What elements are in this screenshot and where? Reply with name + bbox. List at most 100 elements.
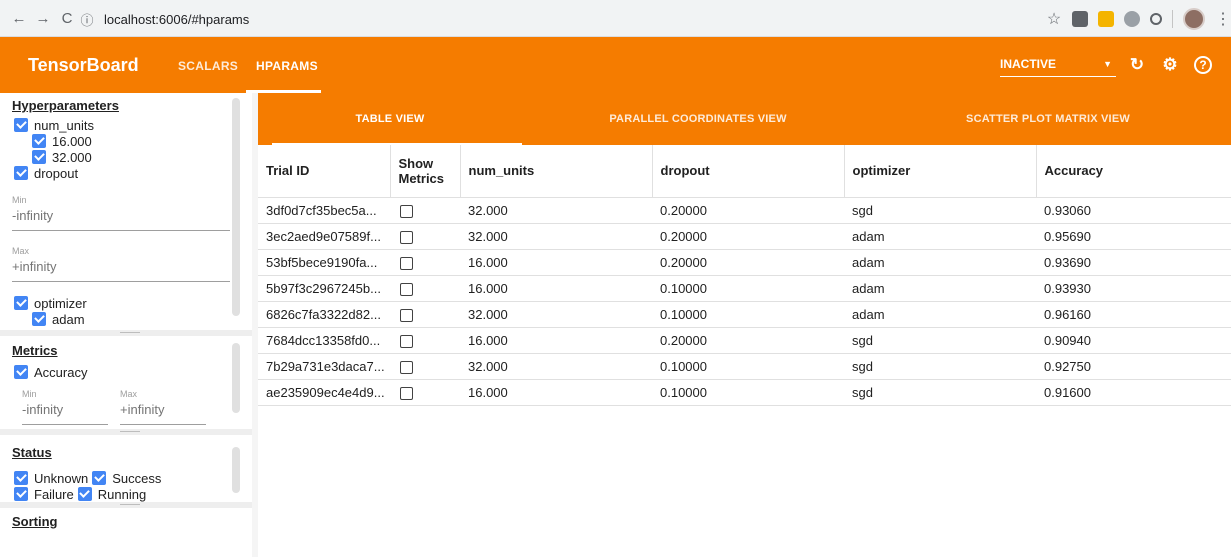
value-label: 16.000 xyxy=(52,133,92,149)
extension-icon[interactable] xyxy=(1124,11,1140,27)
show-metrics-checkbox[interactable] xyxy=(400,334,413,348)
hparam-checkbox-optimizer[interactable]: optimizer xyxy=(14,295,87,311)
profile-avatar[interactable] xyxy=(1183,8,1205,30)
optimizer-cell: sgd xyxy=(844,327,1036,354)
trial-id-cell: 7684dcc13358fd0... xyxy=(258,327,390,354)
accuracy-min-field[interactable]: Min -infinity xyxy=(22,389,108,425)
extension-icon[interactable] xyxy=(1072,11,1088,27)
table-row[interactable]: 7684dcc13358fd0... 16.000 0.20000 sgd 0.9094… xyxy=(258,327,1231,354)
table-row[interactable]: ae235909ec4e4d9... 16.000 0.10000 sgd 0.9160… xyxy=(258,379,1231,406)
min-label: Min xyxy=(22,389,37,399)
checkbox-checked-icon[interactable] xyxy=(32,150,46,164)
status-label: Running xyxy=(97,486,147,502)
value-checkbox-16[interactable]: 16.000 xyxy=(32,133,258,149)
show-metrics-checkbox[interactable] xyxy=(400,360,413,374)
status-row-2: Failure Running xyxy=(14,486,146,502)
reload-icon[interactable]: C xyxy=(56,7,78,29)
resize-handle[interactable] xyxy=(0,330,258,336)
value-checkbox-adam[interactable]: adam xyxy=(32,311,85,327)
table-row[interactable]: 53bf5bece9190fa... 16.000 0.20000 adam 0.936… xyxy=(258,249,1231,276)
info-icon[interactable]: ⓘ xyxy=(78,10,96,28)
status-checkbox-failure[interactable]: Failure xyxy=(14,486,74,502)
checkbox-checked-icon[interactable] xyxy=(77,487,92,501)
checkbox-checked-icon[interactable] xyxy=(32,312,46,326)
dropout-cell: 0.10000 xyxy=(652,275,844,302)
dropout-max-field[interactable]: Max +infinity xyxy=(12,246,230,282)
optimizer-cell: adam xyxy=(844,249,1036,276)
table-row[interactable]: 3df0d7cf35bec5a... 32.000 0.20000 sgd 0.9306… xyxy=(258,197,1231,224)
bookmark-star-icon[interactable]: ☆ xyxy=(1046,11,1062,28)
status-checkbox-running[interactable]: Running xyxy=(77,486,147,502)
checkbox-checked-icon[interactable] xyxy=(14,296,28,310)
show-metrics-checkbox[interactable] xyxy=(400,230,413,244)
run-status-value: INACTIVE xyxy=(1000,57,1057,71)
extension-icon[interactable] xyxy=(1098,11,1114,27)
max-label: Max xyxy=(120,389,138,399)
column-header-accuracy[interactable]: Accuracy xyxy=(1036,145,1231,198)
column-header-optimizer[interactable]: optimizer xyxy=(844,145,1037,198)
table-row[interactable]: 5b97f3c2967245b... 16.000 0.10000 adam 0.939… xyxy=(258,275,1231,302)
show-metrics-checkbox[interactable] xyxy=(400,282,413,296)
tab-hparams[interactable]: HPARAMS xyxy=(256,59,318,73)
filter-sidebar: Hyperparameters num_units 16.000 32.000 … xyxy=(0,93,258,557)
help-icon[interactable]: ? xyxy=(1192,54,1214,76)
dropdown-arrow-icon: ▼ xyxy=(1103,59,1112,69)
dropout-cell: 0.10000 xyxy=(652,353,844,380)
accuracy-max-field[interactable]: Max +infinity xyxy=(120,389,206,425)
checkbox-checked-icon[interactable] xyxy=(14,166,28,180)
checkbox-checked-icon[interactable] xyxy=(14,471,28,485)
min-label: Min xyxy=(12,195,27,205)
sidebar-scrollbar[interactable] xyxy=(232,447,240,493)
browser-menu-icon[interactable]: ⋮ xyxy=(1215,9,1231,29)
dropout-min-field[interactable]: Min -infinity xyxy=(12,195,230,231)
run-status-select[interactable]: INACTIVE ▼ xyxy=(1000,57,1116,77)
column-header-show-metrics[interactable]: Show Metrics xyxy=(390,145,461,198)
resize-handle[interactable] xyxy=(0,429,258,435)
checkbox-checked-icon[interactable] xyxy=(92,471,107,485)
hparam-checkbox-dropout[interactable]: dropout xyxy=(14,165,258,181)
show-metrics-checkbox[interactable] xyxy=(400,204,413,218)
optimizer-cell: sgd xyxy=(844,353,1036,380)
refresh-icon[interactable]: ↻ xyxy=(1126,54,1148,76)
status-checkbox-unknown[interactable]: Unknown xyxy=(14,470,88,486)
address-bar[interactable]: ⓘ localhost:6006/#hparams xyxy=(78,6,1010,32)
show-metrics-checkbox[interactable] xyxy=(400,308,413,322)
checkbox-checked-icon[interactable] xyxy=(14,365,28,379)
show-metrics-checkbox[interactable] xyxy=(400,256,413,270)
checkbox-checked-icon[interactable] xyxy=(14,118,28,132)
hparam-label: dropout xyxy=(34,165,79,181)
tab-parallel-coordinates-view[interactable]: PARALLEL COORDINATES VIEW xyxy=(558,113,838,125)
forward-arrow-icon[interactable]: → xyxy=(32,7,54,29)
accuracy-cell: 0.93690 xyxy=(1036,249,1231,276)
column-header-dropout[interactable]: dropout xyxy=(652,145,845,198)
settings-gear-icon[interactable]: ⚙ xyxy=(1159,54,1181,76)
back-arrow-icon[interactable]: ← xyxy=(8,7,30,29)
trial-id-cell: 53bf5bece9190fa... xyxy=(258,249,390,276)
min-value: -infinity xyxy=(12,208,54,223)
tab-table-view[interactable]: TABLE VIEW xyxy=(258,113,522,125)
resize-handle[interactable] xyxy=(0,502,258,508)
table-row[interactable]: 3ec2aed9e07589f... 32.000 0.20000 adam 0.956… xyxy=(258,223,1231,250)
metric-checkbox-accuracy[interactable]: Accuracy xyxy=(14,364,258,380)
status-checkbox-success[interactable]: Success xyxy=(92,470,161,486)
sidebar-scrollbar[interactable] xyxy=(232,98,240,316)
column-header-num-units[interactable]: num_units xyxy=(460,145,653,198)
dropout-cell: 0.10000 xyxy=(652,301,844,328)
table-row[interactable]: 6826c7fa3322d82... 32.000 0.10000 adam 0.961… xyxy=(258,301,1231,328)
checkbox-checked-icon[interactable] xyxy=(32,134,46,148)
table-row[interactable]: 7b29a731e3daca7... 32.000 0.10000 sgd 0.9275… xyxy=(258,353,1231,380)
sorting-title[interactable]: Sorting xyxy=(0,514,258,529)
trial-id-cell: 6826c7fa3322d82... xyxy=(258,301,390,328)
checkbox-checked-icon[interactable] xyxy=(14,487,28,501)
sidebar-scrollbar[interactable] xyxy=(232,343,240,413)
value-checkbox-32[interactable]: 32.000 xyxy=(32,149,258,165)
tab-scatter-plot-matrix-view[interactable]: SCATTER PLOT MATRIX VIEW xyxy=(898,113,1198,125)
extension-icon[interactable] xyxy=(1150,13,1162,25)
status-label: Success xyxy=(112,470,162,486)
metrics-title: Metrics xyxy=(12,343,58,358)
show-metrics-checkbox[interactable] xyxy=(400,386,413,400)
app-header: TensorBoard SCALARS HPARAMS INACTIVE ▼ ↻… xyxy=(0,37,1231,93)
tab-scalars[interactable]: SCALARS xyxy=(178,59,238,73)
column-header-trial-id[interactable]: Trial ID xyxy=(258,145,391,198)
hparam-checkbox-num-units[interactable]: num_units xyxy=(14,117,258,133)
